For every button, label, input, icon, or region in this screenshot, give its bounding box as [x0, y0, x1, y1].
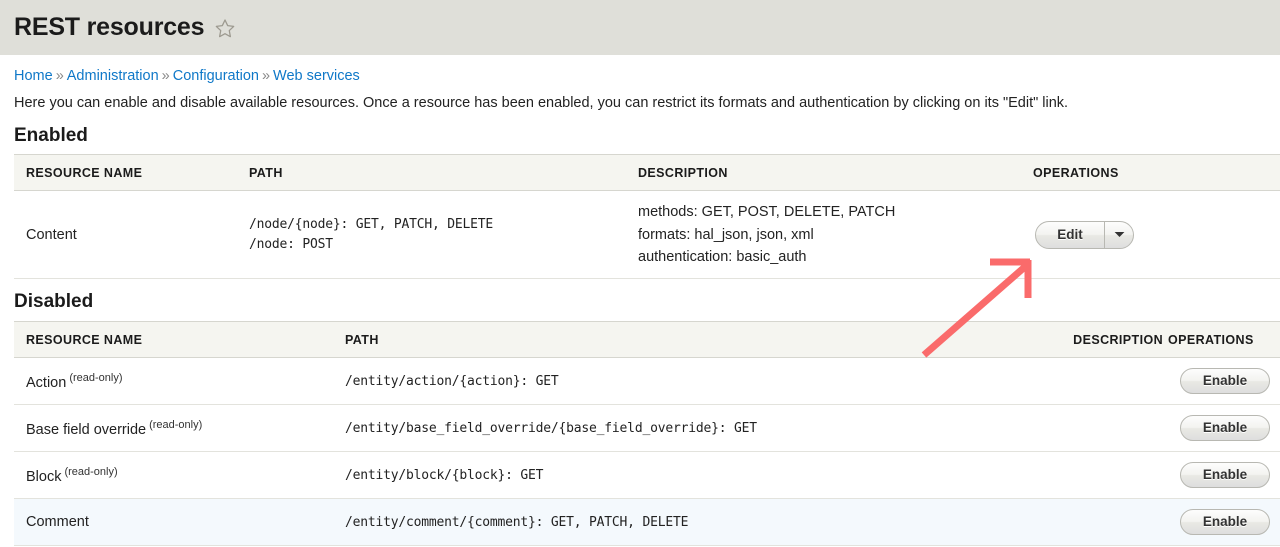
table-header-row: RESOURCE NAME PATH DESCRIPTION OPERATION…: [14, 154, 1280, 192]
star-outline-icon[interactable]: [214, 18, 236, 39]
column-header-path: PATH: [249, 154, 638, 192]
resource-name-label: Base field override: [26, 421, 147, 438]
resource-description-cell: [1025, 357, 1168, 406]
column-header-operations: OPERATIONS: [1168, 321, 1280, 359]
breadcrumb: Home» Administration» Configuration» Web se…: [0, 55, 1280, 85]
breadcrumb-item-administration[interactable]: Administration: [67, 68, 159, 84]
resource-description-cell: [1025, 498, 1168, 547]
breadcrumb-item-home[interactable]: Home: [14, 68, 53, 84]
column-header-resource-name: RESOURCE NAME: [14, 321, 345, 359]
disabled-resources-table: RESOURCE NAME PATH DESCRIPTION OPERATION…: [14, 321, 1280, 547]
edit-split-button[interactable]: Edit: [1035, 220, 1134, 249]
path-line: /node: POST: [249, 236, 333, 252]
resource-name-cell: Base field override (read-only): [14, 404, 345, 453]
resource-path-cell: /entity/base_field_override/{base_field_…: [345, 404, 1025, 453]
enable-button[interactable]: Enable: [1180, 462, 1270, 489]
resource-name-label: Comment: [26, 514, 89, 531]
resource-name-label: Action: [26, 374, 67, 391]
resource-path-cell: /node/{node}: GET, PATCH, DELETE /node: …: [249, 190, 638, 280]
column-header-resource-name: RESOURCE NAME: [14, 154, 249, 192]
resource-name-label: Block: [26, 468, 62, 485]
column-header-operations: OPERATIONS: [1033, 154, 1280, 192]
resource-description-cell: methods: GET, POST, DELETE, PATCH format…: [638, 190, 1033, 280]
resource-path-cell: /entity/action/{action}: GET: [345, 357, 1025, 406]
resource-path-cell: /entity/comment/{comment}: GET, PATCH, D…: [345, 498, 1025, 547]
edit-button[interactable]: Edit: [1036, 222, 1104, 248]
column-header-description: DESCRIPTION: [1025, 321, 1168, 359]
table-row: Base field override (read-only) /entity/b…: [14, 404, 1280, 453]
intro-text: Here you can enable and disable availabl…: [14, 95, 1069, 112]
resource-name-cell: Action (read-only): [14, 357, 345, 406]
breadcrumb-item-web-services[interactable]: Web services: [273, 68, 360, 84]
resource-name-cell: Block (read-only): [14, 451, 345, 500]
readonly-tag: (read-only): [149, 418, 203, 431]
description-authentication: authentication: basic_auth: [638, 249, 807, 266]
table-row: Content /node/{node}: GET, PATCH, DELETE…: [14, 190, 1280, 280]
resource-operations-cell: Enable: [1168, 357, 1280, 406]
table-header-row: RESOURCE NAME PATH DESCRIPTION OPERATION…: [14, 321, 1280, 359]
breadcrumb-separator: »: [161, 68, 170, 84]
table-row: Comment /entity/comment/{comment}: GET, …: [14, 498, 1280, 547]
enable-button[interactable]: Enable: [1180, 415, 1270, 442]
rest-resources-page: REST resources Home» Administration» Confi…: [0, 0, 1280, 547]
enabled-heading: Enabled: [14, 124, 88, 146]
readonly-tag: (read-only): [69, 371, 123, 384]
description-methods: methods: GET, POST, DELETE, PATCH: [638, 204, 896, 221]
enabled-resources-table: RESOURCE NAME PATH DESCRIPTION OPERATION…: [14, 154, 1280, 280]
page-header: REST resources: [0, 0, 1280, 55]
breadcrumb-item-configuration[interactable]: Configuration: [173, 68, 259, 84]
column-header-path: PATH: [345, 321, 1025, 359]
resource-name-cell: Content: [14, 190, 249, 280]
resource-name-cell: Comment: [14, 498, 345, 547]
disabled-heading: Disabled: [14, 291, 94, 313]
table-row: Action (read-only) /entity/action/{action…: [14, 357, 1280, 406]
breadcrumb-separator: »: [261, 68, 271, 84]
enable-button[interactable]: Enable: [1180, 368, 1270, 395]
resource-operations-cell: Enable: [1168, 404, 1280, 453]
resource-operations-cell: Enable: [1168, 451, 1280, 500]
breadcrumb-separator: »: [55, 68, 64, 84]
column-header-description: DESCRIPTION: [638, 154, 1033, 192]
page-title: REST resources: [14, 13, 205, 41]
resource-operations-cell: Enable: [1168, 498, 1280, 547]
table-row: Block (read-only) /entity/block/{block}: …: [14, 451, 1280, 500]
resource-path-cell: /entity/block/{block}: GET: [345, 451, 1025, 500]
resource-description-cell: [1025, 451, 1168, 500]
description-formats: formats: hal_json, json, xml: [638, 226, 814, 243]
readonly-tag: (read-only): [64, 465, 118, 478]
chevron-down-icon[interactable]: [1104, 221, 1133, 248]
enable-button[interactable]: Enable: [1180, 509, 1270, 536]
resource-operations-cell: Edit: [1033, 190, 1280, 280]
resource-description-cell: [1025, 404, 1168, 453]
path-line: /node/{node}: GET, PATCH, DELETE: [249, 216, 494, 232]
